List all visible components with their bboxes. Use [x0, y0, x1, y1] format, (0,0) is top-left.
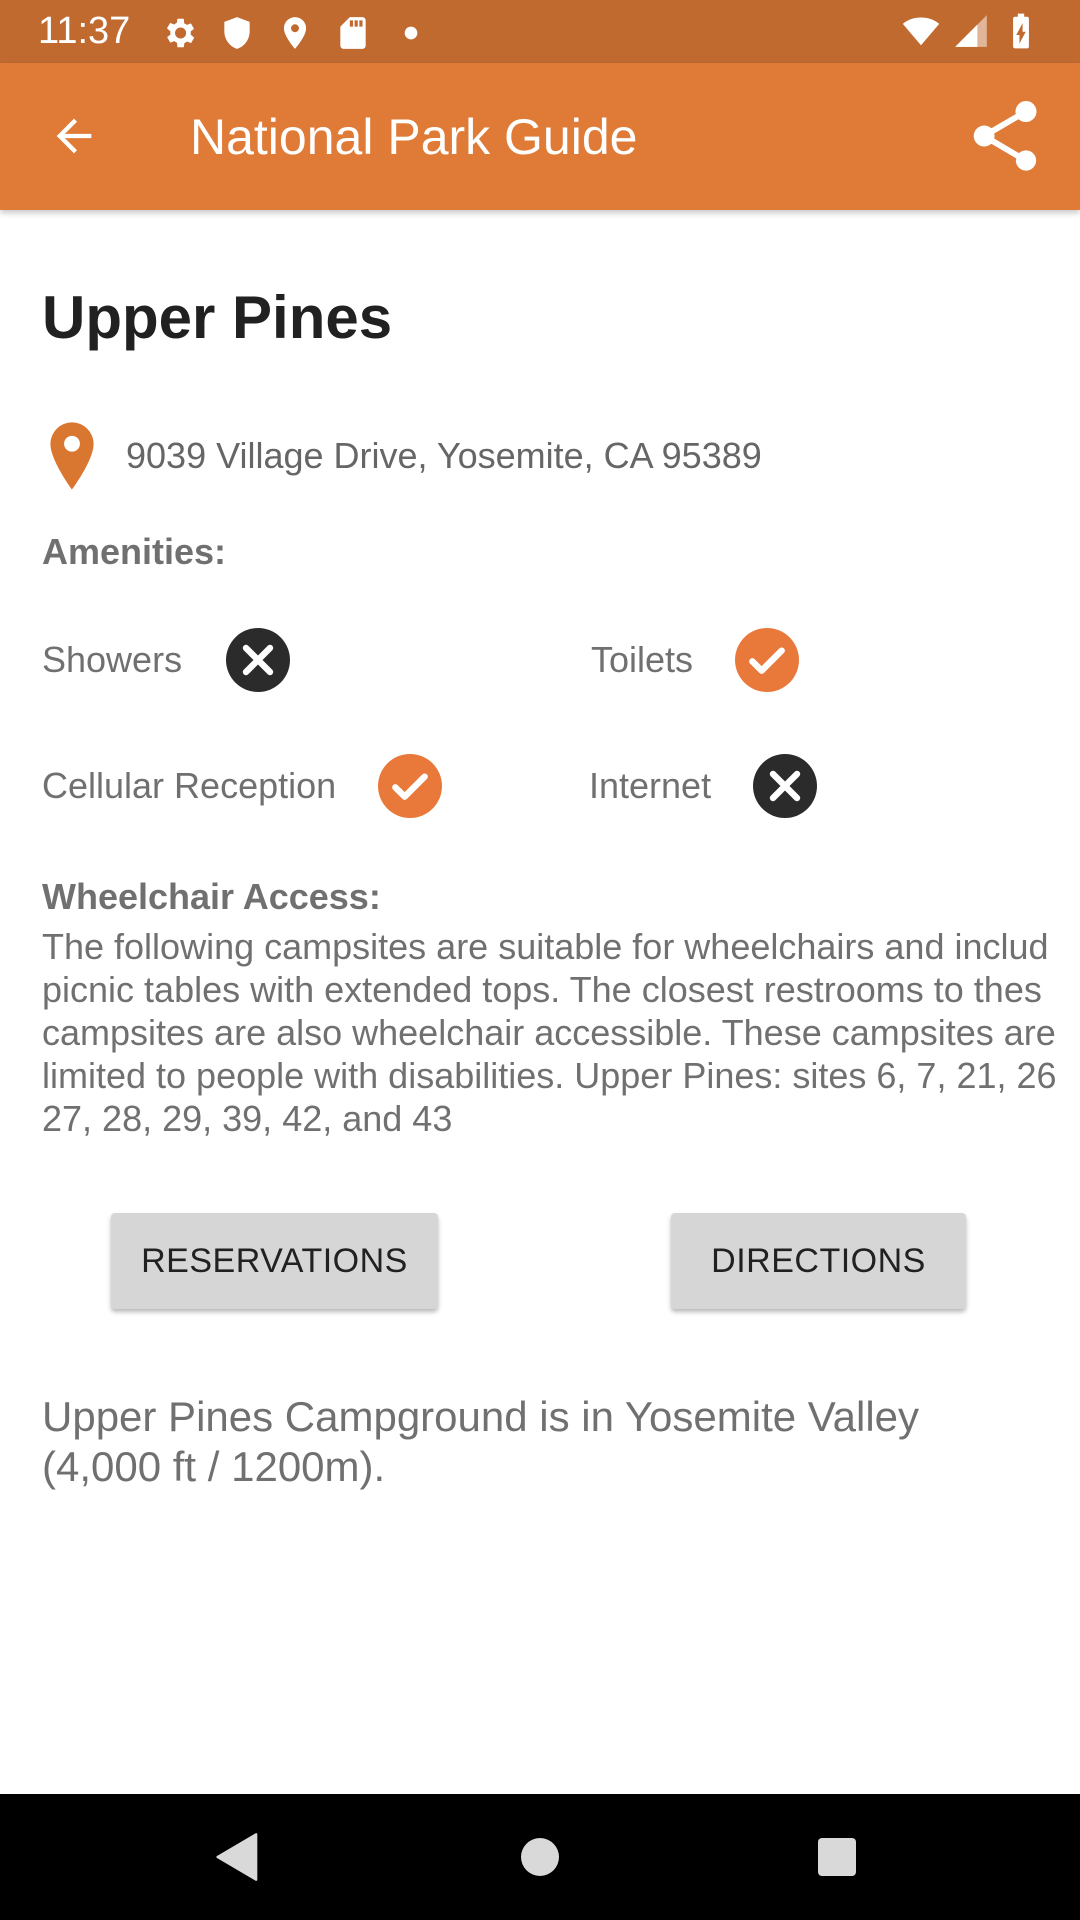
back-button[interactable] [38, 100, 110, 172]
amenities-label: Amenities: [42, 531, 227, 572]
sd-card-icon [340, 17, 366, 49]
wheelchair-line: limited to people with disabilities. Upp… [42, 1055, 1057, 1096]
available-check-icon [378, 754, 443, 818]
shield-icon [224, 17, 250, 49]
amenity-label: Toilets [591, 639, 694, 680]
wheelchair-line: The following campsites are suitable for… [42, 926, 1049, 967]
nav-home-button[interactable] [510, 1827, 570, 1887]
share-button[interactable] [960, 91, 1050, 181]
nav-back-button[interactable] [208, 1827, 268, 1887]
directions-button[interactable]: DIRECTIONS [671, 1213, 966, 1309]
status-bar: 11:37 [0, 0, 1080, 63]
wheelchair-line: campsites are also wheelchair accessible… [42, 1012, 1056, 1053]
nav-recents-button[interactable] [807, 1827, 867, 1887]
settings-icon [166, 18, 195, 48]
reservations-button[interactable]: RESERVATIONS [111, 1213, 438, 1309]
wifi-icon [902, 17, 940, 46]
campground-description: Upper Pines Campground is in Yosemite Va… [42, 1393, 920, 1490]
share-icon [973, 101, 1037, 171]
status-icons-left [160, 14, 430, 52]
app-bar: National Park Guide [0, 63, 1080, 210]
unavailable-x-icon [226, 628, 291, 692]
wheelchair-label: Wheelchair Access: [42, 876, 381, 917]
app-title: National Park Guide [190, 109, 638, 165]
campground-detail: Upper Pines 9039 Village Drive, Yosemite… [0, 210, 1080, 1794]
status-time: 11:37 [38, 10, 131, 52]
map-pin-icon [50, 422, 94, 490]
dot-icon [404, 26, 418, 40]
amenity-cellular: Cellular Reception [42, 754, 443, 818]
amenity-showers: Showers [42, 628, 291, 692]
amenity-label: Showers [42, 639, 183, 680]
wheelchair-line: 27, 28, 29, 39, 42, and 43 [42, 1098, 453, 1139]
amenity-label: Cellular Reception [42, 765, 337, 806]
address-row[interactable]: 9039 Village Drive, Yosemite, CA 95389 [42, 420, 762, 492]
campground-name: Upper Pines [42, 284, 393, 351]
battery-charging-icon [1013, 13, 1029, 49]
wheelchair-line: picnic tables with extended tops. The cl… [42, 969, 1042, 1010]
location-icon [283, 17, 307, 49]
status-icons-right [902, 12, 1040, 50]
nav-home-icon [521, 1838, 559, 1876]
available-check-icon [735, 628, 800, 692]
address-text: 9039 Village Drive, Yosemite, CA 95389 [126, 435, 762, 476]
arrow-back-icon [56, 118, 92, 154]
signal-icon [955, 15, 987, 47]
amenity-label: Internet [589, 765, 712, 806]
unavailable-x-icon [753, 754, 818, 818]
wheelchair-description: The following campsites are suitable for… [42, 925, 1080, 1140]
amenity-toilets: Toilets [591, 628, 800, 692]
nav-back-icon [216, 1833, 258, 1881]
system-nav-bar [0, 1794, 1080, 1920]
amenity-internet: Internet [589, 754, 818, 818]
nav-recents-icon [818, 1838, 856, 1876]
